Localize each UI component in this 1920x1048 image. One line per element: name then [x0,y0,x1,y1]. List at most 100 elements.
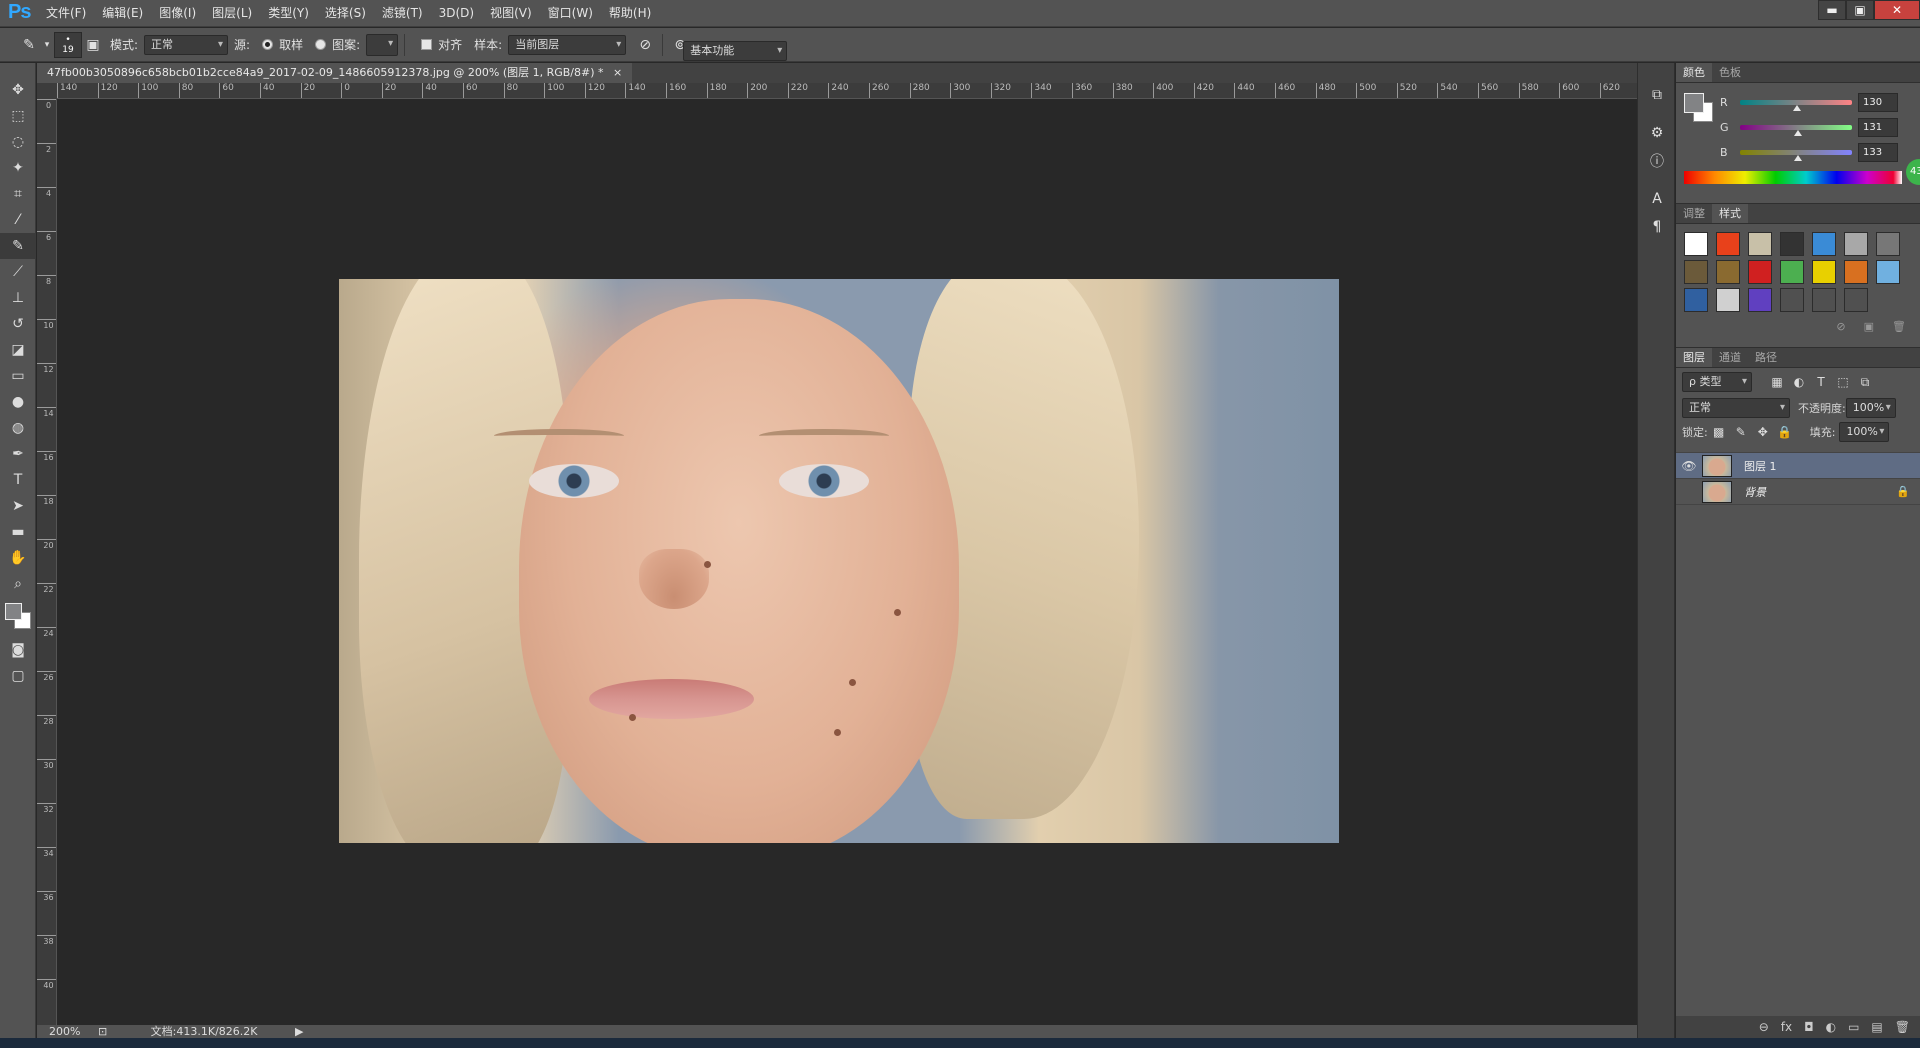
minimize-button[interactable]: ▬ [1818,0,1846,20]
layer-footer-icon[interactable]: ◘ [1804,1020,1814,1034]
foreground-color[interactable] [1684,93,1704,113]
color-spectrum[interactable] [1684,171,1902,184]
menu-item[interactable]: 窗口(W) [540,0,601,27]
style-swatch[interactable] [1748,288,1772,312]
menu-item[interactable]: 编辑(E) [94,0,151,27]
horizontal-ruler[interactable]: 140 120 100 80 60 40 20 0 20 40 60 80 100 120 140 160 18… [57,83,1637,99]
status-menu-arrow[interactable]: ▶ [295,1025,303,1038]
document-tab[interactable]: 47fb00b3050896c658bcb01b2cce84a9_2017-02… [37,63,633,83]
opacity-input[interactable]: 100% [1845,398,1896,418]
lasso-tool-icon[interactable]: ◌ [0,129,36,155]
clear-style-icon[interactable]: ⊘ [1836,320,1845,333]
menu-item[interactable]: 视图(V) [482,0,540,27]
source-pattern-radio[interactable] [315,39,327,50]
zoom-level[interactable]: 200% [49,1025,80,1038]
filter-adjustment-icon[interactable]: ◐ [1788,372,1810,392]
tab-adjustments[interactable]: 调整 [1676,204,1712,223]
menu-item[interactable]: 3D(D) [431,0,482,27]
screen-mode-icon[interactable]: ▢ [0,663,36,689]
visibility-eye-icon[interactable]: 👁 [1676,459,1702,473]
color-swatches[interactable] [0,597,36,637]
gradient-tool-icon[interactable]: ▭ [0,363,36,389]
layer-filter-select[interactable]: ρ 类型 [1682,372,1752,392]
style-swatch[interactable] [1812,260,1836,284]
spot-healing-tool-icon[interactable]: ✎ [0,233,36,259]
shape-tool-icon[interactable]: ▬ [0,519,36,545]
document-tab-close-icon[interactable]: × [613,66,622,79]
pattern-picker[interactable] [366,33,399,56]
lock-transparent-icon[interactable]: ▩ [1708,422,1730,442]
tab-channels[interactable]: 通道 [1712,348,1748,367]
style-swatch[interactable] [1684,288,1708,312]
canvas-area[interactable] [57,99,1637,1025]
sample-select[interactable]: 当前图层 [508,34,627,55]
style-swatch[interactable] [1844,260,1868,284]
path-selection-tool-icon[interactable]: ➤ [0,493,36,519]
aligned-checkbox[interactable] [421,39,433,50]
history-brush-tool-icon[interactable]: ↺ [0,311,36,337]
tab-paths[interactable]: 路径 [1748,348,1784,367]
dodge-tool-icon[interactable]: ◍ [0,415,36,441]
layer-footer-icon[interactable]: ⊖ [1759,1020,1769,1034]
layer-row-layer-1[interactable]: 👁 图层 1 [1676,453,1920,479]
eyedropper-tool-icon[interactable]: ⁄ [0,207,36,233]
style-swatch[interactable] [1684,232,1708,256]
tool-preset-dropdown-icon[interactable]: ▾ [40,34,54,56]
menu-item[interactable]: 图层(L) [204,0,260,27]
menu-item[interactable]: 类型(Y) [260,0,317,27]
ignore-adjustment-layers-icon[interactable]: ⊘ [634,34,656,56]
style-swatch[interactable] [1780,232,1804,256]
menu-item[interactable]: 选择(S) [317,0,374,27]
lock-all-icon[interactable]: 🔒 [1774,422,1796,442]
green-slider[interactable] [1740,125,1852,136]
quick-mask-icon[interactable]: ◙ [0,637,36,663]
history-panel-icon[interactable]: ⧉ [1638,81,1676,109]
workspace-select[interactable]: 基本功能 [683,40,788,61]
menu-item[interactable]: 文件(F) [38,0,94,27]
menu-item[interactable]: 帮助(H) [601,0,659,27]
layer-row-background[interactable]: 背景 🔒 [1676,479,1920,505]
fg-bg-color-preview[interactable] [1684,93,1714,123]
green-slider-thumb[interactable] [1793,130,1802,136]
close-button[interactable]: ✕ [1874,0,1920,20]
style-swatch[interactable] [1844,232,1868,256]
style-swatch[interactable] [1780,288,1804,312]
layer-footer-icon[interactable]: 🗑 [1895,1020,1910,1034]
paragraph-panel-icon[interactable]: ¶ [1638,213,1676,241]
status-share-icon[interactable]: ⊡ [98,1025,107,1038]
tab-layers[interactable]: 图层 [1676,348,1712,367]
spot-healing-brush-icon[interactable]: ✎ [18,34,40,56]
magic-wand-tool-icon[interactable]: ✦ [0,155,36,181]
style-swatch[interactable] [1748,260,1772,284]
style-swatch[interactable] [1876,260,1900,284]
fill-input[interactable]: 100% [1839,422,1890,442]
vertical-ruler[interactable]: 0 2 4 6 8 10 12 14 16 18 20 22 24 26 28 30 32 34 36 38 40 [37,99,57,1025]
clone-stamp-tool-icon[interactable]: ⊥ [0,285,36,311]
red-value[interactable]: 130 [1858,93,1898,112]
tab-styles[interactable]: 样式 [1712,204,1748,223]
crop-tool-icon[interactable]: ⌗ [0,181,36,207]
hand-tool-icon[interactable]: ✋ [0,545,36,571]
pen-tool-icon[interactable]: ✒ [0,441,36,467]
style-swatch[interactable] [1684,260,1708,284]
brush-panel-icon[interactable]: ▣ [82,34,104,56]
layer-footer-icon[interactable]: ◐ [1826,1020,1836,1034]
green-value[interactable]: 131 [1858,118,1898,137]
layer-name[interactable]: 图层 1 [1744,458,1896,474]
blue-slider-thumb[interactable] [1794,155,1803,161]
type-tool-icon[interactable]: T [0,467,36,493]
style-swatch[interactable] [1812,288,1836,312]
style-swatch[interactable] [1716,288,1740,312]
style-swatch[interactable] [1876,232,1900,256]
blue-slider[interactable] [1740,150,1852,161]
tab-swatches[interactable]: 色板 [1712,63,1748,82]
blur-tool-icon[interactable]: ● [0,389,36,415]
brush-tool-icon[interactable]: ⟋ [0,259,36,285]
lock-position-icon[interactable]: ✥ [1752,422,1774,442]
blue-value[interactable]: 133 [1858,143,1898,162]
character-panel-icon[interactable]: A [1638,185,1676,213]
marquee-tool-icon[interactable]: ⬚ [0,103,36,129]
ruler-origin[interactable] [37,83,57,99]
style-swatch[interactable] [1716,260,1740,284]
eraser-tool-icon[interactable]: ◪ [0,337,36,363]
